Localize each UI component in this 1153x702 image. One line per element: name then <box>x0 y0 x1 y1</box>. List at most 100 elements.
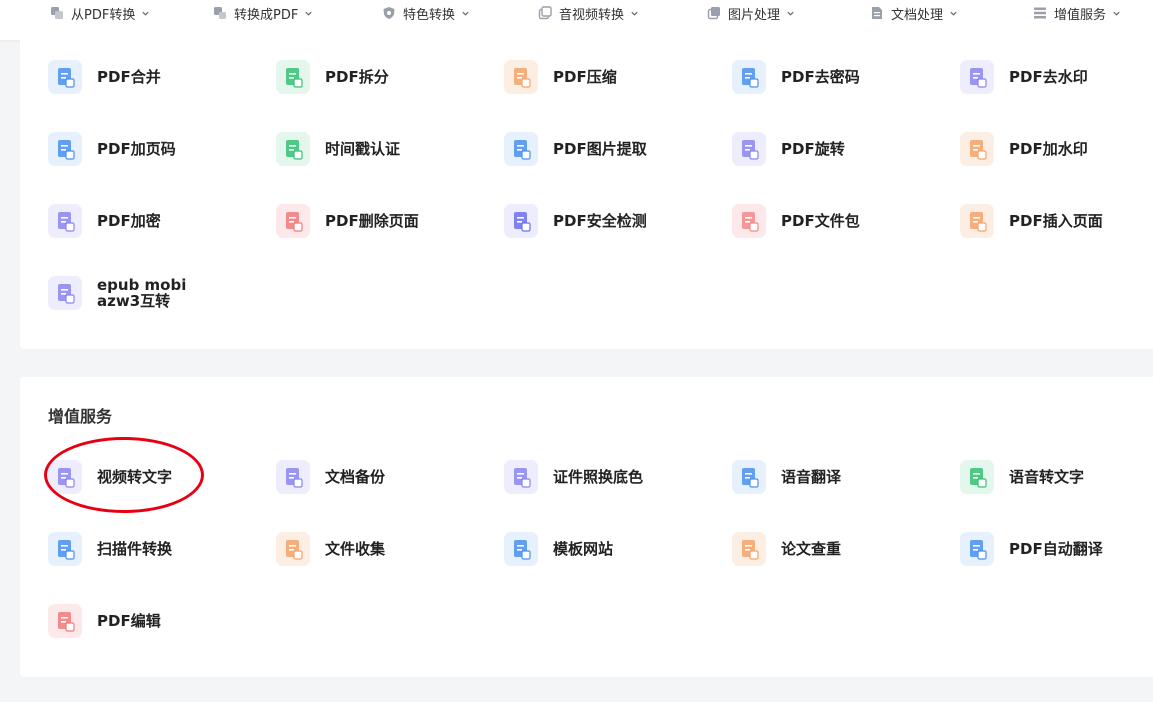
chevron-down-icon <box>950 11 957 16</box>
tool-tile[interactable]: PDF拆分 <box>276 60 389 94</box>
tool-label: PDF文件包 <box>781 212 860 230</box>
chevron-down-icon <box>142 11 149 16</box>
nav-from-pdf[interactable]: 从PDF转换 <box>50 0 150 26</box>
top-nav: 从PDF转换 转换成PDF 特色转换 音视频转换 图片处理 文档处理 增值服务 <box>0 0 1153 40</box>
voice-translate-icon <box>732 460 766 494</box>
tool-label: PDF合并 <box>97 68 161 86</box>
paper-check-icon <box>732 532 766 566</box>
tool-tile[interactable]: PDF去密码 <box>732 60 860 94</box>
pdf-security-check-icon <box>504 204 538 238</box>
pdf-convert-icon <box>51 7 63 19</box>
tool-label: epub mobi azw3互转 <box>97 276 187 310</box>
template-cloud-icon <box>504 532 538 566</box>
media-convert-icon <box>538 6 552 20</box>
pdf-encrypt-icon <box>48 204 82 238</box>
tool-tile[interactable]: PDF压缩 <box>504 60 617 94</box>
nav-label: 特色转换 <box>403 7 456 23</box>
tool-tile[interactable]: PDF插入页面 <box>960 204 1103 238</box>
tool-label: PDF安全检测 <box>553 212 647 230</box>
nav-media-convert[interactable]: 音视频转换 <box>538 0 639 26</box>
tool-tile[interactable]: PDF合并 <box>48 60 161 94</box>
tool-tile[interactable]: PDF加密 <box>48 204 161 238</box>
tool-label: PDF删除页面 <box>325 212 419 230</box>
tool-tile[interactable]: PDF自动翻译 <box>960 532 1103 566</box>
pdf-split-icon <box>276 60 310 94</box>
tool-tile[interactable]: PDF旋转 <box>732 132 845 166</box>
tool-tile[interactable]: PDF加页码 <box>48 132 176 166</box>
tool-tile[interactable]: 文档备份 <box>276 460 385 494</box>
to-pdf-icon <box>214 7 226 19</box>
nav-document-process[interactable]: 文档处理 <box>870 0 958 26</box>
scan-convert-icon <box>48 532 82 566</box>
pdf-remove-password-icon <box>732 60 766 94</box>
pdf-portfolio-icon <box>732 204 766 238</box>
tool-label: 模板网站 <box>553 540 614 558</box>
tool-tile[interactable]: PDF文件包 <box>732 204 860 238</box>
tool-tile[interactable]: PDF删除页面 <box>276 204 419 238</box>
video-to-text-icon <box>48 460 82 494</box>
nav-label: 文档处理 <box>891 7 944 23</box>
chevron-down-icon <box>787 11 794 16</box>
pdf-edit-icon <box>48 604 82 638</box>
tool-label: 论文查重 <box>781 540 842 558</box>
tool-label: PDF去水印 <box>1009 68 1088 86</box>
tool-tile[interactable]: PDF安全检测 <box>504 204 647 238</box>
tool-tile[interactable]: 视频转文字 <box>48 460 172 494</box>
tool-tile[interactable]: 语音转文字 <box>960 460 1084 494</box>
chevron-down-icon <box>305 11 312 16</box>
tool-label: 文件收集 <box>325 540 386 558</box>
pdf-rotate-icon <box>732 132 766 166</box>
nav-value-service[interactable]: 增值服务 <box>1033 0 1121 26</box>
pdf-compress-icon <box>504 60 538 94</box>
tool-tile[interactable]: 扫描件转换 <box>48 532 172 566</box>
tool-tile[interactable]: 论文查重 <box>732 532 841 566</box>
ebook-convert-icon <box>48 276 82 310</box>
nav-to-pdf[interactable]: 转换成PDF <box>213 0 313 26</box>
nav-label: 从PDF转换 <box>71 7 136 23</box>
pdf-remove-watermark-icon <box>960 60 994 94</box>
nav-label: 增值服务 <box>1054 7 1107 23</box>
nav-feature-convert[interactable]: 特色转换 <box>382 0 470 26</box>
document-backup-icon <box>276 460 310 494</box>
document-process-icon <box>872 7 882 19</box>
tool-tile[interactable]: 模板网站 <box>504 532 613 566</box>
voice-to-text-icon <box>960 460 994 494</box>
tool-tile[interactable]: 时间戳认证 <box>276 132 400 166</box>
pdf-add-watermark-icon <box>960 132 994 166</box>
feature-shield-icon <box>383 7 395 19</box>
nav-image-process[interactable]: 图片处理 <box>707 0 795 26</box>
pdf-delete-page-icon <box>276 204 310 238</box>
value-service-icon <box>1034 7 1046 19</box>
tool-label: PDF图片提取 <box>553 140 647 158</box>
timestamp-icon <box>276 132 310 166</box>
chevron-down-icon <box>462 11 469 16</box>
tool-label: 证件照换底色 <box>553 468 644 486</box>
nav-label: 图片处理 <box>728 7 781 23</box>
tool-label: PDF插入页面 <box>1009 212 1103 230</box>
tool-label: 视频转文字 <box>97 468 173 486</box>
value-services-panel <box>20 377 1153 677</box>
pdf-image-extract-icon <box>504 132 538 166</box>
pdf-insert-page-icon <box>960 204 994 238</box>
tool-tile[interactable]: PDF图片提取 <box>504 132 647 166</box>
chevron-down-icon <box>1113 11 1120 16</box>
tool-tile[interactable]: PDF编辑 <box>48 604 161 638</box>
tool-label: 时间戳认证 <box>325 140 401 158</box>
tool-label: 语音转文字 <box>1009 468 1085 486</box>
tool-label: PDF编辑 <box>97 612 161 630</box>
tool-label: PDF旋转 <box>781 140 845 158</box>
tool-tile[interactable]: epub mobi azw3互转 <box>48 276 207 310</box>
tool-label: PDF加页码 <box>97 140 176 158</box>
tool-tile[interactable]: PDF去水印 <box>960 60 1088 94</box>
tool-label: PDF加水印 <box>1009 140 1088 158</box>
file-collect-icon <box>276 532 310 566</box>
tool-label: 文档备份 <box>325 468 386 486</box>
nav-label: 转换成PDF <box>234 7 299 23</box>
tool-label: PDF压缩 <box>553 68 617 86</box>
tool-tile[interactable]: 文件收集 <box>276 532 385 566</box>
tool-tile[interactable]: 证件照换底色 <box>504 460 643 494</box>
tool-label: PDF拆分 <box>325 68 389 86</box>
tool-tile[interactable]: PDF加水印 <box>960 132 1088 166</box>
id-photo-icon <box>504 460 538 494</box>
tool-tile[interactable]: 语音翻译 <box>732 460 841 494</box>
